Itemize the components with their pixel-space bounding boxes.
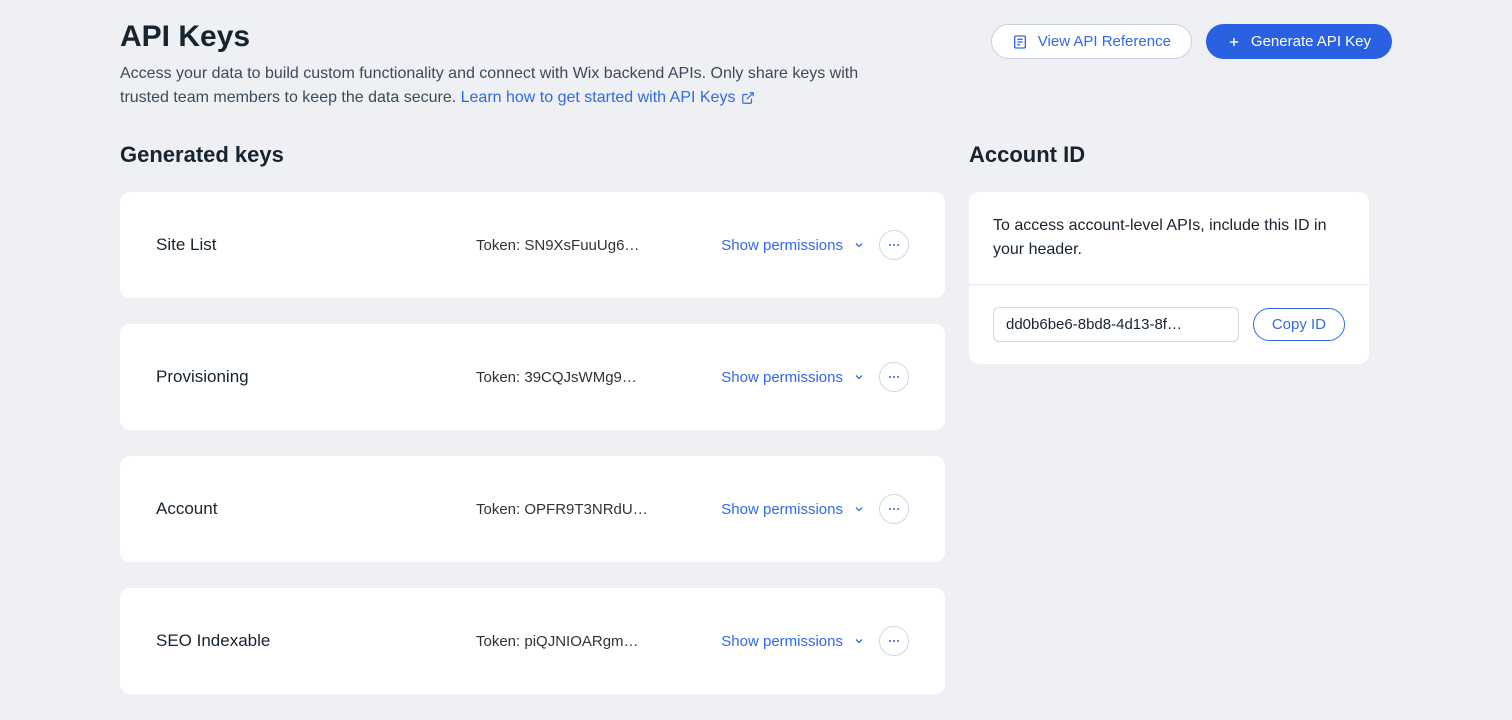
show-permissions-button[interactable]: Show permissions xyxy=(721,237,865,254)
more-actions-button[interactable] xyxy=(879,362,909,392)
more-actions-button[interactable] xyxy=(879,230,909,260)
show-permissions-label: Show permissions xyxy=(721,501,843,518)
plus-icon xyxy=(1227,35,1241,49)
show-permissions-button[interactable]: Show permissions xyxy=(721,633,865,650)
document-icon xyxy=(1012,34,1028,50)
api-key-name: Account xyxy=(156,499,476,519)
learn-link-label: Learn how to get started with API Keys xyxy=(461,86,736,110)
chevron-down-icon xyxy=(853,371,865,383)
api-key-token: Token: OPFR9T3NRdU… xyxy=(476,501,656,518)
api-key-name: Site List xyxy=(156,235,476,255)
account-id-value[interactable]: dd0b6be6-8bd8-4d13-8f… xyxy=(993,307,1239,342)
account-id-title: Account ID xyxy=(969,142,1369,168)
view-api-reference-label: View API Reference xyxy=(1038,33,1171,50)
page-title: API Keys xyxy=(120,20,900,54)
generate-api-key-button[interactable]: Generate API Key xyxy=(1206,24,1392,59)
api-key-token: Token: SN9XsFuuUg6… xyxy=(476,237,656,254)
copy-id-button[interactable]: Copy ID xyxy=(1253,308,1345,341)
api-key-name: Provisioning xyxy=(156,367,476,387)
show-permissions-button[interactable]: Show permissions xyxy=(721,369,865,386)
external-link-icon xyxy=(741,91,755,105)
chevron-down-icon xyxy=(853,635,865,647)
generated-keys-title: Generated keys xyxy=(120,142,945,168)
account-id-card: To access account-level APIs, include th… xyxy=(969,192,1369,364)
chevron-down-icon xyxy=(853,239,865,251)
show-permissions-label: Show permissions xyxy=(721,237,843,254)
api-key-card: Account Token: OPFR9T3NRdU… Show permiss… xyxy=(120,456,945,562)
generate-api-key-label: Generate API Key xyxy=(1251,33,1371,50)
show-permissions-button[interactable]: Show permissions xyxy=(721,501,865,518)
more-actions-button[interactable] xyxy=(879,626,909,656)
api-key-name: SEO Indexable xyxy=(156,631,476,651)
show-permissions-label: Show permissions xyxy=(721,633,843,650)
api-key-token: Token: 39CQJsWMg9… xyxy=(476,369,656,386)
more-horizontal-icon xyxy=(887,502,901,516)
api-key-token: Token: piQJNIOARgm… xyxy=(476,633,656,650)
show-permissions-label: Show permissions xyxy=(721,369,843,386)
account-id-description: To access account-level APIs, include th… xyxy=(969,192,1369,285)
page-subtitle: Access your data to build custom functio… xyxy=(120,62,900,110)
api-key-card: Provisioning Token: 39CQJsWMg9… Show per… xyxy=(120,324,945,430)
view-api-reference-button[interactable]: View API Reference xyxy=(991,24,1192,59)
more-horizontal-icon xyxy=(887,238,901,252)
learn-link[interactable]: Learn how to get started with API Keys xyxy=(461,86,756,110)
api-key-card: Site List Token: SN9XsFuuUg6… Show permi… xyxy=(120,192,945,298)
more-horizontal-icon xyxy=(887,634,901,648)
more-actions-button[interactable] xyxy=(879,494,909,524)
more-horizontal-icon xyxy=(887,370,901,384)
api-key-card: SEO Indexable Token: piQJNIOARgm… Show p… xyxy=(120,588,945,694)
chevron-down-icon xyxy=(853,503,865,515)
